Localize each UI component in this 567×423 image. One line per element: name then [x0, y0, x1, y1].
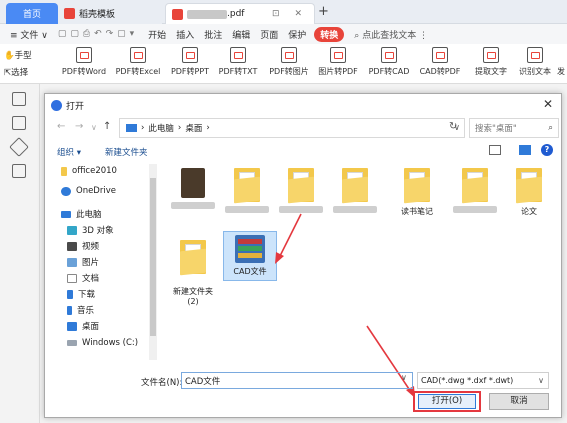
- find-text-label: 点此查找文本 ⋮: [362, 30, 429, 41]
- filename-dropdown-icon[interactable]: ∨: [401, 373, 407, 382]
- pdf-to-image-button[interactable]: PDF转图片: [263, 47, 315, 77]
- search-icon: ⌕: [354, 30, 363, 41]
- chevron-down-icon: ∨: [538, 376, 544, 385]
- pdf-to-excel-label: PDF转Excel: [115, 67, 161, 76]
- pdf-to-cad-label: PDF转CAD: [368, 67, 410, 76]
- menu-page[interactable]: 页面: [260, 28, 278, 41]
- recognize-text-button[interactable]: 识别文本: [509, 47, 561, 77]
- menu-comment[interactable]: 批注: [204, 28, 222, 41]
- cad-to-pdf-label: CAD转PDF: [419, 67, 461, 76]
- filename-label: 文件名(N):: [141, 378, 183, 388]
- redacted-filename: [187, 9, 227, 19]
- new-tab-button[interactable]: +: [318, 4, 329, 19]
- image-to-pdf-label: 图片转PDF: [318, 67, 358, 76]
- pdf-to-image-label: PDF转图片: [269, 67, 309, 76]
- extract-text-label: 提取文字: [475, 67, 507, 76]
- tab-pdf-document[interactable]: .pdf ⊡ ✕: [165, 3, 315, 24]
- pdf-to-cad-icon: [381, 47, 397, 63]
- left-side-panel: [0, 84, 40, 423]
- pdf-to-excel-icon: [130, 47, 146, 63]
- tab-home-label: 首页: [22, 10, 41, 20]
- tab-bar: 首页 稻壳模板 .pdf ⊡ ✕ +: [0, 0, 567, 24]
- ribbon-toolbar: ✋手型 ⇱选择 PDF转Word PDF转Excel PDF转PPT PDF转T…: [0, 44, 567, 84]
- tab-close-icon[interactable]: ⊡ ✕: [272, 9, 308, 19]
- select-tool[interactable]: ⇱选择: [4, 66, 28, 78]
- template-logo-icon: [64, 8, 75, 19]
- cad-to-pdf-button[interactable]: CAD转PDF: [414, 47, 466, 77]
- pdf-to-txt-label: PDF转TXT: [218, 67, 258, 76]
- recognize-text-label: 识别文本: [519, 67, 551, 76]
- ribbon-overflow-label: 发: [557, 67, 565, 76]
- pdf-to-ppt-label: PDF转PPT: [170, 67, 210, 76]
- pdf-to-word-button[interactable]: PDF转Word: [58, 47, 110, 77]
- pdf-to-txt-button[interactable]: PDF转TXT: [212, 47, 264, 77]
- search-panel-icon[interactable]: [12, 164, 26, 178]
- pdf-icon: [172, 8, 183, 20]
- tab-template[interactable]: 稻壳模板: [58, 3, 162, 24]
- cancel-button[interactable]: 取消: [489, 393, 549, 410]
- filename-value: CAD文件: [185, 376, 221, 387]
- image-to-pdf-button[interactable]: 图片转PDF: [312, 47, 364, 77]
- menu-file[interactable]: ≡ 文件 ∨: [10, 28, 48, 41]
- menu-start[interactable]: 开始: [148, 28, 166, 41]
- arrow-to-cad: [278, 213, 302, 259]
- select-tool-label: 选择: [11, 68, 29, 78]
- pdf-to-ppt-icon: [182, 47, 198, 63]
- bookmark-icon[interactable]: [12, 92, 26, 106]
- quick-access-icons[interactable]: ▢▢⎙↶↷▢▾: [58, 29, 138, 39]
- tab-home[interactable]: 首页: [6, 3, 58, 24]
- open-file-dialog: 打开 ✕ ← → ∨ ↑ › 此电脑 › 桌面 › ∨ ↻ 搜索"桌面" ⌕ 组织…: [44, 93, 562, 418]
- open-button[interactable]: 打开(O): [418, 394, 476, 409]
- pdf-to-cad-button[interactable]: PDF转CAD: [363, 47, 415, 77]
- annotation-arrows: [275, 213, 415, 398]
- filename-input[interactable]: CAD文件: [181, 372, 413, 389]
- thumbnail-icon[interactable]: [12, 116, 26, 130]
- recognize-text-icon: [527, 47, 543, 63]
- menu-edit[interactable]: 编辑: [232, 28, 250, 41]
- menu-protect[interactable]: 保护: [288, 28, 306, 41]
- menu-convert[interactable]: 转换: [314, 26, 345, 42]
- filetype-select[interactable]: CAD(*.dwg *.dxf *.dwt) ∨: [417, 372, 549, 389]
- find-text-search[interactable]: ⌕ 点此查找文本 ⋮: [354, 28, 428, 41]
- hand-tool-label: 手型: [14, 51, 32, 61]
- annotation-icon[interactable]: [9, 137, 29, 157]
- pdf-to-word-icon: [76, 47, 92, 63]
- open-button-highlight: 打开(O): [413, 391, 481, 412]
- pdf-to-txt-icon: [230, 47, 246, 63]
- filetype-value: CAD(*.dwg *.dxf *.dwt): [421, 376, 514, 385]
- ribbon-overflow-item[interactable]: 发: [555, 47, 567, 77]
- image-to-pdf-icon: [330, 47, 346, 63]
- extract-text-icon: [483, 47, 499, 63]
- hand-icon: ✋: [4, 51, 15, 61]
- pdf-to-image-icon: [281, 47, 297, 63]
- menu-insert[interactable]: 插入: [176, 28, 194, 41]
- tab-template-label: 稻壳模板: [79, 10, 116, 20]
- pdf-to-word-label: PDF转Word: [61, 67, 107, 76]
- cad-to-pdf-icon: [432, 47, 448, 63]
- pdf-to-ppt-button[interactable]: PDF转PPT: [164, 47, 216, 77]
- arrow-head-icon: [275, 252, 284, 264]
- pdf-to-excel-button[interactable]: PDF转Excel: [112, 47, 164, 77]
- hand-tool[interactable]: ✋手型: [4, 49, 32, 61]
- tab-pdf-suffix: .pdf: [227, 9, 245, 19]
- menu-bar: ≡ 文件 ∨ ▢▢⎙↶↷▢▾ 开始 插入 批注 编辑 页面 保护 转换 ⌕ 点此…: [0, 24, 567, 44]
